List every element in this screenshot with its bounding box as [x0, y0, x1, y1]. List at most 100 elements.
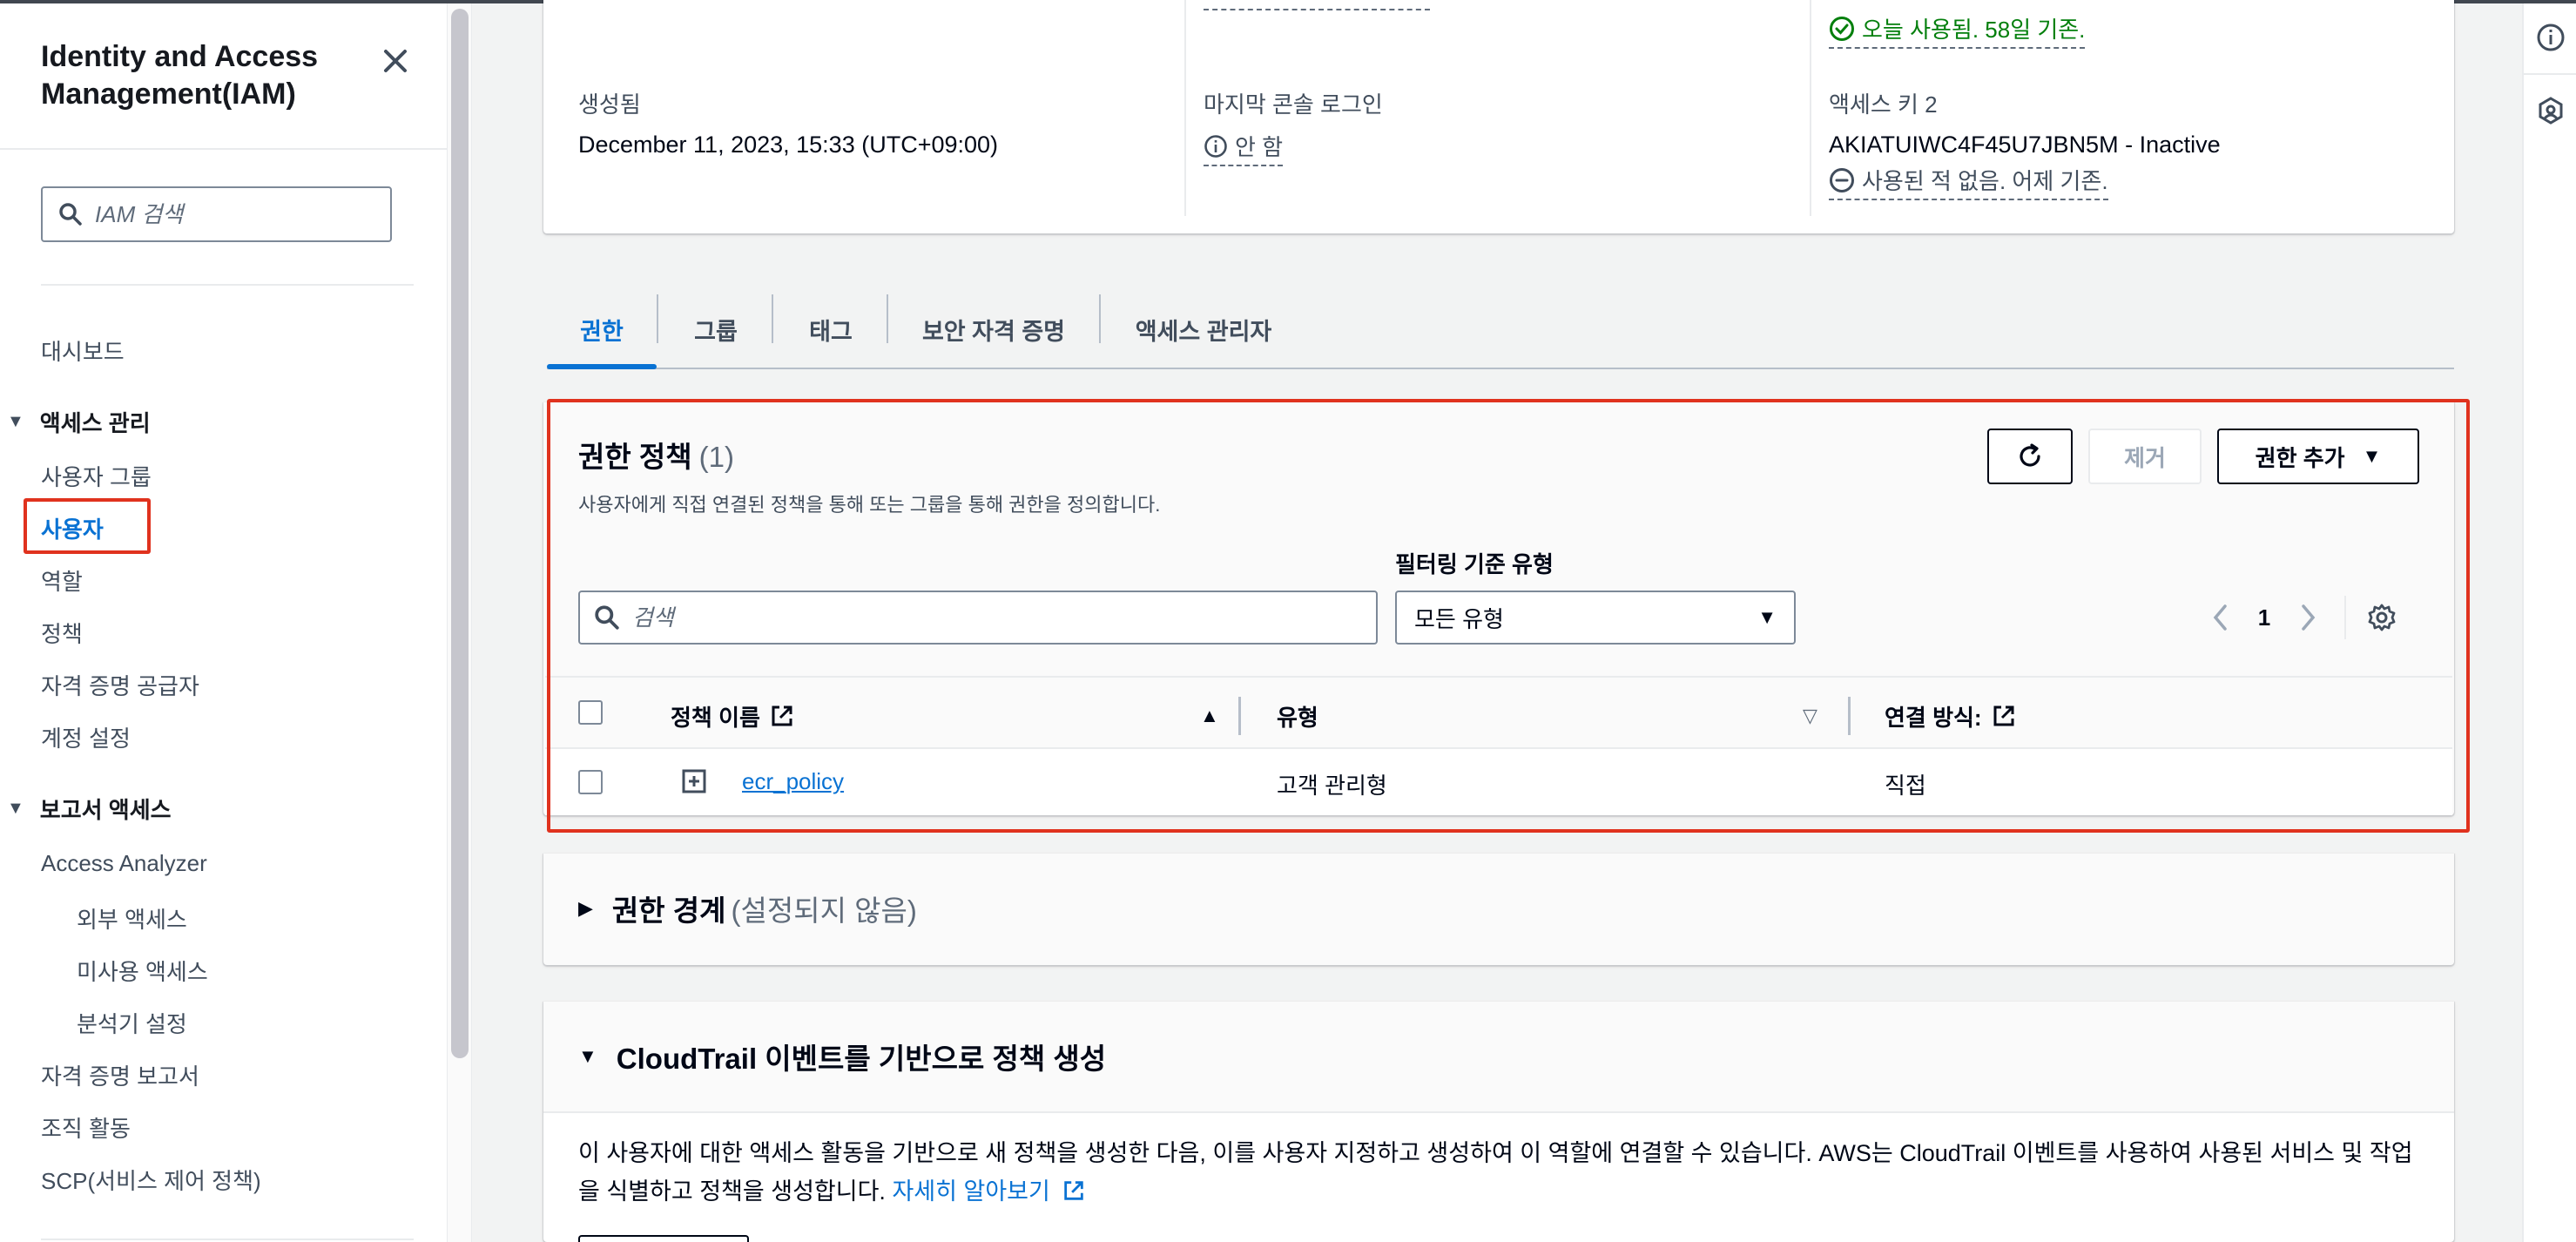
nav-access-analyzer[interactable]: Access Analyzer [41, 850, 207, 877]
nav-credential-report[interactable]: 자격 증명 보고서 [41, 1059, 199, 1091]
sort-ascending-icon[interactable]: ▲ [1200, 697, 1219, 735]
tab-tags[interactable]: 태그 [773, 289, 888, 369]
row-checkbox[interactable] [578, 770, 603, 794]
learn-more-label: 자세히 알아보기 [892, 1178, 1050, 1205]
policy-name-link[interactable]: ecr_policy [742, 768, 844, 795]
sidebar-scrollbar[interactable] [451, 9, 469, 1058]
nav-dashboard[interactable]: 대시보드 [41, 334, 125, 367]
pager-divider [2344, 596, 2346, 639]
tab-access-advisor[interactable]: 액세스 관리자 [1099, 289, 1308, 369]
cloudtrail-section-toggle[interactable]: ▼ CloudTrail 이벤트를 기반으로 정책 생성 [578, 1035, 1106, 1078]
next-page-button[interactable] [2290, 596, 2325, 639]
highlight-box-users [24, 498, 151, 554]
key2-value: AKIATUIWC4F45U7JBN5M - Inactive [1829, 132, 2221, 158]
search-icon [595, 605, 619, 630]
permission-policies-title-text: 권한 정책 [578, 441, 692, 473]
external-link-icon [1993, 705, 2014, 726]
access-key-1-status: 오늘 사용됨. 58일 기존. [1829, 12, 2086, 49]
expand-row-button[interactable] [681, 768, 707, 794]
nav-unused-access[interactable]: 미사용 액세스 [77, 955, 208, 987]
cloudtrail-description: 이 사용자에 대한 액세스 활동을 기반으로 새 정책을 생성한 다음, 이를 … [578, 1134, 2433, 1211]
info-icon [2537, 24, 2565, 51]
close-sidebar-button[interactable] [378, 44, 413, 78]
nav-section-label: 보고서 액세스 [39, 797, 172, 823]
tab-groups[interactable]: 그룹 [658, 289, 773, 369]
refresh-icon [2020, 443, 2040, 467]
nav-identity-providers[interactable]: 자격 증명 공급자 [41, 669, 199, 701]
sidebar-divider [0, 148, 448, 150]
column-header-policy-name[interactable]: 정책 이름 [671, 697, 795, 735]
select-all-checkbox[interactable] [578, 700, 603, 725]
security-panel-button[interactable] [2536, 96, 2566, 125]
last-login-value[interactable]: 안 함 [1204, 130, 1284, 166]
table-row: ecr_policy 고객 관리형 직접 [545, 749, 2452, 815]
last-login-label: 마지막 콘솔 로그인 [1204, 91, 1383, 118]
user-summary-card: 생성됨 December 11, 2023, 15:33 (UTC+09:00)… [543, 0, 2454, 233]
column-resizer[interactable] [1848, 697, 1851, 735]
tab-security-credentials[interactable]: 보안 자격 증명 [888, 289, 1099, 369]
sidebar-divider [41, 1239, 414, 1240]
sidebar-search[interactable] [41, 186, 392, 242]
previous-page-button[interactable] [2203, 596, 2238, 639]
table-preferences-button[interactable] [2360, 596, 2404, 639]
nav-policies[interactable]: 정책 [41, 617, 83, 649]
tab-divider [1099, 294, 1101, 343]
nav-external-access[interactable]: 외부 액세스 [77, 902, 187, 935]
nav-section-access-management[interactable]: ▼ 액세스 관리 [7, 406, 151, 438]
policy-type-cell: 고객 관리형 [1277, 773, 1387, 799]
search-icon [59, 203, 82, 226]
truncated-link[interactable] [1204, 0, 1430, 10]
sidebar-title: Identity and Access Management(IAM) [41, 40, 319, 111]
created-label: 생성됨 [578, 91, 641, 118]
filter-type-select[interactable]: 모든 유형 ▼ [1395, 591, 1796, 645]
nav-organization-activity[interactable]: 조직 활동 [41, 1111, 131, 1144]
nav-user-groups[interactable]: 사용자 그룹 [41, 460, 152, 492]
column-header-label: 연결 방식: [1885, 704, 1982, 731]
column-resizer[interactable] [1238, 697, 1241, 735]
policy-search-input[interactable] [632, 604, 1346, 631]
table-header-row: 정책 이름 ▲ 유형 ▽ 연결 방식: [545, 676, 2452, 749]
last-login-text: 안 함 [1235, 134, 1284, 160]
external-link-icon [1064, 1181, 1084, 1200]
cloudtrail-policy-generation-card: ▼ CloudTrail 이벤트를 기반으로 정책 생성 이 사용자에 대한 액… [543, 1002, 2454, 1242]
info-panel-button[interactable] [2536, 23, 2566, 52]
column-header-type[interactable]: 유형 [1277, 697, 1318, 735]
last-login-field: 마지막 콘솔 로그인 안 함 [1204, 87, 1383, 166]
nav-roles[interactable]: 역할 [41, 564, 83, 597]
caret-down-icon: ▼ [7, 799, 24, 818]
add-permissions-label: 권한 추가 [2255, 444, 2345, 471]
refresh-button[interactable] [1987, 429, 2073, 484]
nav-section-access-reports[interactable]: ▼ 보고서 액세스 [7, 793, 172, 825]
check-circle-icon [1830, 16, 1854, 41]
key2-status-text: 사용된 적 없음. 어제 기존. [1862, 168, 2108, 194]
caret-down-icon: ▼ [7, 412, 24, 431]
permissions-boundary-toggle[interactable]: ▶ 권한 경계 (설정되지 않음) [578, 887, 917, 930]
nav-account-settings[interactable]: 계정 설정 [41, 721, 131, 753]
generate-policy-button[interactable] [578, 1235, 749, 1242]
remove-button[interactable]: 제거 [2088, 429, 2202, 484]
permission-policies-description: 사용자에게 직접 연결된 정책을 통해 또는 그룹을 통해 권한을 정의합니다. [578, 494, 1161, 516]
nav-scp[interactable]: SCP(서비스 제어 정책) [41, 1164, 261, 1196]
tab-permissions[interactable]: 권한 [547, 289, 657, 369]
sidebar-search-input[interactable] [95, 200, 374, 228]
nav-analyzer-settings[interactable]: 분석기 설정 [77, 1007, 187, 1039]
policy-search[interactable] [578, 591, 1378, 645]
key2-status-value[interactable]: 사용된 적 없음. 어제 기존. [1829, 164, 2108, 200]
key1-status-value[interactable]: 오늘 사용됨. 58일 기존. [1829, 12, 2086, 49]
tab-divider [657, 294, 658, 343]
column-header-attached-via[interactable]: 연결 방식: [1885, 697, 2017, 735]
page-number[interactable]: 1 [2247, 596, 2282, 639]
learn-more-link[interactable]: 자세히 알아보기 [892, 1178, 1086, 1205]
access-key-2-field: 액세스 키 2 AKIATUIWC4F45U7JBN5M - Inactive … [1829, 87, 2221, 200]
created-field: 생성됨 December 11, 2023, 15:33 (UTC+09:00) [578, 87, 998, 159]
chevron-right-icon [2302, 604, 2316, 631]
tab-divider [772, 294, 773, 343]
key2-label: 액세스 키 2 [1829, 91, 1938, 118]
close-icon [384, 50, 407, 72]
caret-down-icon: ▼ [2362, 445, 2382, 467]
sort-icon[interactable]: ▽ [1803, 697, 1817, 735]
chevron-left-icon [2213, 604, 2227, 631]
add-permissions-button[interactable]: 권한 추가 ▼ [2217, 429, 2419, 484]
permission-policies-card: 권한 정책 (1) 사용자에게 직접 연결된 정책을 통해 또는 그룹을 통해 권… [543, 402, 2454, 815]
plus-square-icon [682, 769, 706, 793]
